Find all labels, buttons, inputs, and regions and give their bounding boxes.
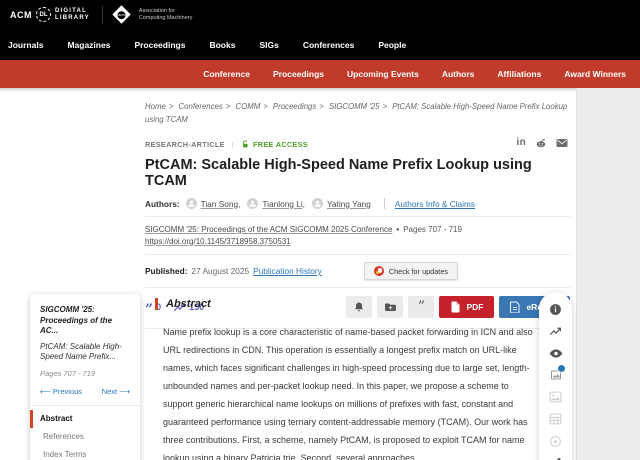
publication-history-link[interactable]: Publication History: [253, 266, 322, 276]
nav-people[interactable]: People: [378, 40, 419, 50]
article-title: PtCAM: Scalable High-Speed Name Prefix L…: [145, 157, 570, 189]
side-article-title: PtCAM: Scalable High-Speed Name Prefix..…: [40, 342, 130, 363]
nav-conferences[interactable]: Conferences: [303, 40, 368, 50]
divider: [30, 405, 140, 406]
acm-diamond-icon: acm: [112, 5, 130, 23]
acm-dl-logo[interactable]: ACM DL DIGITALLIBRARY: [10, 7, 90, 22]
confnav-proceedings[interactable]: Proceedings: [273, 69, 324, 79]
author-avatar: [312, 198, 323, 209]
divider: [145, 216, 570, 217]
right-arrow-icon: ⟶: [119, 387, 130, 396]
linkedin-icon[interactable]: in: [517, 138, 527, 148]
view-button[interactable]: [549, 346, 563, 360]
side-proceeding-title[interactable]: SIGCOMM '25: Proceedings of the AC...: [40, 305, 130, 337]
images-button[interactable]: [549, 390, 563, 404]
share-icon: [550, 457, 562, 460]
doi-link[interactable]: https://doi.org/10.1145/3718958.3750531: [145, 237, 291, 246]
figures-button[interactable]: [549, 368, 563, 382]
side-pages: Pages 707 - 719: [40, 369, 130, 378]
authors-row: Authors: Tian Song, Tianlong Li, Yating …: [145, 198, 570, 209]
author-link-yating-yang[interactable]: Yating Yang: [327, 199, 371, 209]
abstract-text: Name prefix lookup is a core characteris…: [163, 323, 537, 460]
image-icon: [549, 391, 562, 403]
share-button[interactable]: [549, 456, 563, 460]
floating-toolbar: [539, 292, 572, 460]
open-lock-icon: [241, 140, 250, 149]
author-avatar: [247, 198, 258, 209]
authors-info-claims-link[interactable]: Authors Info & Claims: [395, 199, 475, 209]
metrics-button[interactable]: [549, 324, 563, 338]
info-button[interactable]: [549, 302, 563, 316]
digital-library-text: DIGITALLIBRARY: [55, 8, 90, 21]
dl-gear-icon: DL: [36, 7, 51, 22]
breadcrumb-home[interactable]: Home: [145, 102, 166, 111]
breadcrumb-sigcomm25[interactable]: SIGCOMM '25: [329, 102, 379, 111]
authors-label: Authors:: [145, 199, 180, 209]
nav-journals[interactable]: Journals: [8, 40, 56, 50]
author-link-tianlong-li[interactable]: Tianlong Li,: [262, 199, 305, 209]
conference-nav: Conference Proceedings Upcoming Events A…: [0, 60, 640, 88]
abstract-heading: Abstract: [155, 298, 543, 310]
reddit-icon[interactable]: [535, 137, 547, 149]
confnav-upcoming-events[interactable]: Upcoming Events: [347, 69, 419, 79]
play-media-icon: [549, 435, 562, 448]
article-type-label: RESEARCH-ARTICLE: [145, 140, 225, 149]
publication-venue: SIGCOMM '25: Proceedings of the ACM SIGC…: [145, 224, 570, 247]
primary-nav: Journals Magazines Proceedings Books SIG…: [0, 29, 640, 60]
confnav-affiliations[interactable]: Affiliations: [497, 69, 541, 79]
nav-proceedings[interactable]: Proceedings: [134, 40, 198, 50]
nav-magazines[interactable]: Magazines: [67, 40, 123, 50]
acm-logo-text: ACM: [10, 10, 32, 20]
pages-text: Pages 707 - 719: [403, 225, 462, 234]
published-date: 27 August 2025: [191, 266, 249, 276]
breadcrumb-comm[interactable]: COMM: [236, 102, 261, 111]
free-access-badge: FREE ACCESS: [241, 140, 308, 149]
tables-button[interactable]: [549, 412, 563, 426]
nav-books[interactable]: Books: [209, 40, 248, 50]
figures-badge: [557, 364, 566, 373]
acm-association-logo[interactable]: acm Association forComputing Machinery: [115, 8, 193, 21]
published-label: Published:: [145, 266, 187, 276]
divider: [145, 287, 570, 288]
breadcrumb-conferences[interactable]: Conferences: [179, 102, 223, 111]
trending-up-icon: [549, 326, 562, 337]
divider: [145, 254, 570, 255]
abstract-section: Abstract Name prefix lookup is a core ch…: [155, 298, 543, 460]
media-button[interactable]: [549, 434, 563, 448]
confnav-award-winners[interactable]: Award Winners: [564, 69, 626, 79]
header-divider: [102, 6, 103, 24]
eye-icon: [549, 348, 563, 359]
section-nav-references[interactable]: References: [30, 428, 140, 446]
association-name: Association forComputing Machinery: [139, 8, 193, 21]
email-icon[interactable]: [556, 138, 568, 148]
info-icon: [549, 303, 562, 316]
citation-quote-icon: ”: [145, 307, 153, 313]
section-nav: Abstract References Index Terms Recommen…: [30, 410, 140, 460]
table-icon: [549, 413, 562, 425]
author-link-tian-song[interactable]: Tian Song,: [201, 199, 241, 209]
author-avatar: [186, 198, 197, 209]
authors-divider: [384, 198, 385, 209]
breadcrumb: Home> Conferences> COMM> Proceedings> SI…: [145, 100, 575, 126]
confnav-authors[interactable]: Authors: [442, 69, 475, 79]
section-nav-index-terms[interactable]: Index Terms: [30, 446, 140, 460]
right-background-panel: [576, 88, 640, 460]
published-row: Published: 27 August 2025 Publication Hi…: [145, 262, 570, 280]
left-arrow-icon: ⟵: [40, 387, 51, 396]
next-article-link[interactable]: Next ⟶: [102, 387, 130, 396]
venue-link[interactable]: SIGCOMM '25: Proceedings of the ACM SIGC…: [145, 225, 392, 234]
article-side-card: SIGCOMM '25: Proceedings of the AC... Pt…: [30, 294, 140, 460]
check-for-updates-button[interactable]: Check for updates: [364, 262, 458, 280]
article-type-row: RESEARCH-ARTICLE | FREE ACCESS in: [145, 138, 570, 150]
top-header: ACM DL DIGITALLIBRARY acm Association fo…: [0, 0, 640, 29]
crossmark-icon: [374, 266, 384, 276]
confnav-conference[interactable]: Conference: [203, 69, 250, 79]
nav-sigs[interactable]: SIGs: [259, 40, 291, 50]
section-nav-abstract[interactable]: Abstract: [30, 410, 140, 428]
previous-article-link[interactable]: ⟵ Previous: [40, 387, 82, 396]
page-content: Home> Conferences> COMM> Proceedings> SI…: [0, 88, 640, 460]
breadcrumb-proceedings[interactable]: Proceedings: [273, 102, 316, 111]
social-share-row: in: [517, 137, 569, 149]
